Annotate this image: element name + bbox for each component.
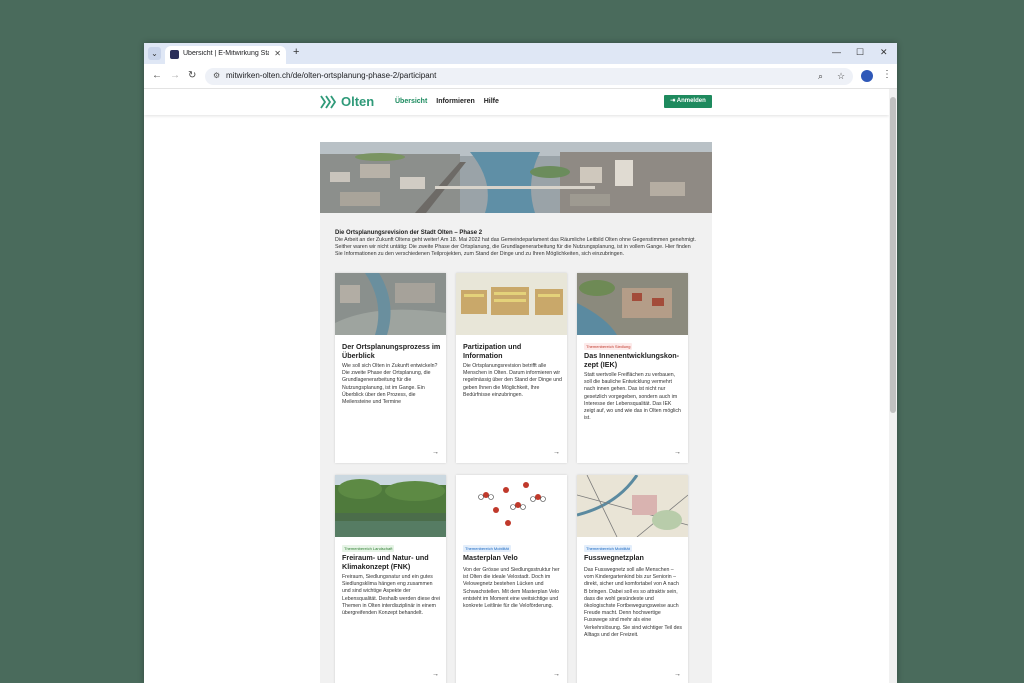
browser-tab[interactable]: Übersicht | E-Mitwirkung Stadt ✕ [165,46,286,64]
arrow-right-icon[interactable]: → [553,671,560,678]
card-fnk[interactable]: Themenbereich Landschaft Freiraum- und N… [335,475,446,683]
url-field[interactable]: ⚙ mitwirken-olten.ch/de/olten-ortsplanun… [205,68,853,85]
login-label: Anmelden [676,98,706,104]
card-title: Der Ortsplanungsprozess im Überblick [342,342,441,360]
login-button[interactable]: ⇥ Anmelden [664,95,712,108]
card-image-map [577,475,688,537]
main-nav: Übersicht Informieren Hilfe [395,98,506,105]
site-header: Olten Übersicht Informieren Hilfe ⇥ Anme… [144,89,889,115]
arrow-right-icon[interactable]: → [432,671,439,678]
card-text: Von der Grösse und Siedlungsstruktur her… [463,567,560,610]
login-icon: ⇥ [670,98,676,104]
card-image-posters [456,273,567,335]
card-text: Die Ortsplanungsrevision betrifft alle M… [463,363,562,398]
card-title: Partizipation und Information [463,342,522,360]
back-icon[interactable]: ← [152,70,162,81]
tab-title: Übersicht | E-Mitwirkung Stadt [183,50,269,57]
main-content: Die Ortsplanungsrevision der Stadt Olten… [320,142,712,683]
card-text: Wie soll sich Olten in Zukunft entwickel… [342,363,438,406]
card-velo[interactable]: Themenbereich Mobilität Masterplan Velo … [456,475,567,683]
menu-kebab-icon[interactable]: ⋮ [882,69,892,80]
category-badge: Themenbereich Landschaft [342,545,395,552]
card-image-aerial [335,273,446,335]
category-badge: Themenbereich Mobilität [463,545,511,552]
card-text: Das Fusswegnetz soll alle Menschen – vom… [584,567,682,638]
minimize-button[interactable]: — [832,47,841,57]
arrow-right-icon[interactable]: → [674,449,681,456]
site-settings-icon[interactable]: ⚙ [213,71,220,80]
forward-icon[interactable]: → [170,70,180,81]
tab-close-icon[interactable]: ✕ [274,49,281,58]
nav-hilfe[interactable]: Hilfe [484,98,499,105]
tab-strip: ⌄ Übersicht | E-Mitwirkung Stadt ✕ + — ☐… [144,43,897,64]
close-window-button[interactable]: ✕ [880,47,888,58]
logo-text: Olten [341,94,375,109]
arrow-right-icon[interactable]: → [432,449,439,456]
maximize-button[interactable]: ☐ [856,47,864,58]
scrollbar-thumb[interactable] [890,97,896,413]
card-image-town [577,273,688,335]
url-text[interactable]: mitwirken-olten.ch/de/olten-ortsplanung-… [226,71,436,80]
category-badge: Themenbereich Mobilität [584,545,632,552]
logo-waves-icon [320,95,337,109]
reload-icon[interactable]: ↻ [188,70,196,81]
card-fusswegnetz[interactable]: Themenbereich Mobilität Fusswegnetzplan … [577,475,688,683]
hero-city-image [320,142,712,213]
intro-text: Die Arbeit an der Zukunft Oltens geht we… [335,237,696,258]
intro-title: Die Ortsplanungsrevision der Stadt Olten… [335,230,483,236]
nav-uebersicht[interactable]: Übersicht [395,98,427,105]
nav-informieren[interactable]: Informieren [436,98,475,105]
card-title: Freiraum- und Natur- und Klimakonzept (F… [342,553,429,571]
card-text: Freiraum, Siedlungsnatur und ein gutes S… [342,574,441,617]
arrow-right-icon[interactable]: → [674,671,681,678]
card-iek[interactable]: Themenbereich Siedlung Das Innenentwickl… [577,273,688,463]
card-image-river [335,475,446,537]
arrow-right-icon[interactable]: → [553,449,560,456]
favicon-icon [170,50,179,59]
card-partizipation[interactable]: Partizipation und Information Die Ortspl… [456,273,567,463]
tab-search-icon[interactable]: ⌄ [148,47,161,60]
card-text: Statt wertvolle Freiflächen zu verbauen,… [584,372,681,422]
page-viewport: Olten Übersicht Informieren Hilfe ⇥ Anme… [144,89,897,683]
zoom-icon[interactable]: ⌕ [818,71,823,82]
card-image-cyclists [456,475,567,537]
card-ortsplanungsprozess[interactable]: Der Ortsplanungsprozess im Überblick Wie… [335,273,446,463]
card-title: Fusswegnetzplan [584,553,644,562]
intro-section: Die Ortsplanungsrevision der Stadt Olten… [335,229,697,259]
bookmark-star-icon[interactable]: ☆ [837,71,845,82]
address-bar: ← → ↻ ⚙ mitwirken-olten.ch/de/olten-orts… [144,64,897,89]
card-title: Masterplan Velo [463,553,518,562]
category-badge: Themenbereich Siedlung [584,343,633,350]
page-scrollbar[interactable] [889,89,897,683]
card-title: Das Innenentwicklungskon­zept (IEK) [584,351,680,369]
new-tab-button[interactable]: + [293,46,299,58]
browser-window: ⌄ Übersicht | E-Mitwirkung Stadt ✕ + — ☐… [144,43,897,683]
profile-avatar-icon[interactable] [861,70,873,82]
